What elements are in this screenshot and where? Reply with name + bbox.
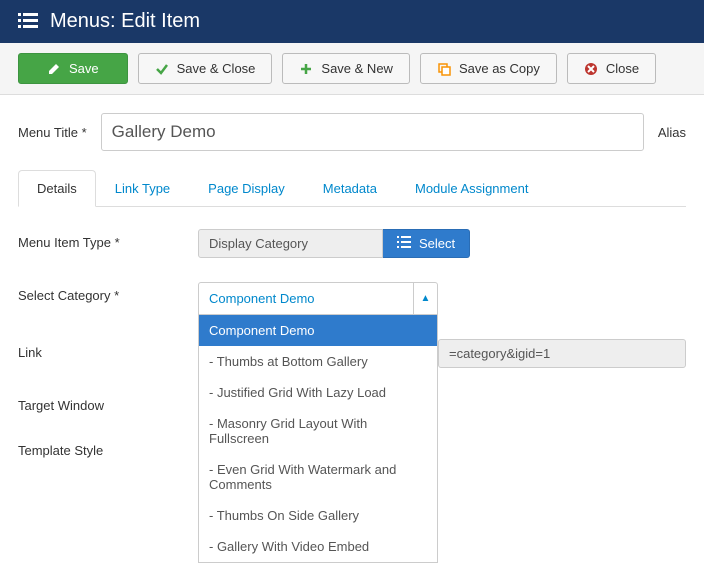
dropdown-option[interactable]: Component Demo — [199, 315, 437, 346]
page-header: Menus: Edit Item — [0, 0, 704, 43]
dropdown-selected: Component Demo — [199, 283, 413, 314]
link-label: Link — [18, 339, 198, 360]
close-label: Close — [606, 61, 639, 76]
dropdown-option[interactable]: - Masonry Grid Layout With Fullscreen — [199, 408, 437, 454]
save-copy-label: Save as Copy — [459, 61, 540, 76]
tabs: Details Link Type Page Display Metadata … — [18, 169, 686, 207]
save-new-button[interactable]: Save & New — [282, 53, 410, 84]
apply-icon — [47, 62, 61, 76]
copy-icon — [437, 62, 451, 76]
chevron-up-icon: ▲ — [413, 283, 437, 314]
list-icon — [397, 236, 411, 251]
dropdown-option[interactable]: - Thumbs On Side Gallery — [199, 500, 437, 531]
menu-title-input[interactable] — [101, 113, 644, 151]
template-style-label: Template Style — [18, 437, 198, 458]
target-window-label: Target Window — [18, 392, 198, 413]
toolbar: Save Save & Close Save & New Save as Cop… — [0, 43, 704, 95]
save-copy-button[interactable]: Save as Copy — [420, 53, 557, 84]
title-row: Menu Title * Alias — [18, 113, 686, 151]
cancel-icon — [584, 62, 598, 76]
save-close-button[interactable]: Save & Close — [138, 53, 273, 84]
save-button[interactable]: Save — [18, 53, 128, 84]
dropdown-option[interactable]: - Thumbs at Bottom Gallery — [199, 346, 437, 377]
tab-page-display[interactable]: Page Display — [189, 170, 304, 207]
page-title: Menus: Edit Item — [50, 10, 200, 33]
check-icon — [155, 62, 169, 76]
menu-lines-icon — [18, 13, 38, 31]
save-new-label: Save & New — [321, 61, 393, 76]
tab-details[interactable]: Details — [18, 170, 96, 207]
save-label: Save — [69, 61, 99, 76]
menu-item-type-label: Menu Item Type * — [18, 229, 198, 250]
tab-module-assignment[interactable]: Module Assignment — [396, 170, 547, 207]
category-dropdown[interactable]: Component Demo ▲ Component Demo - Thumbs… — [198, 282, 438, 315]
dropdown-list: Component Demo - Thumbs at Bottom Galler… — [198, 315, 438, 563]
dropdown-option[interactable]: - Even Grid With Watermark and Comments — [199, 454, 437, 500]
row-select-category: Select Category * Component Demo ▲ Compo… — [18, 282, 686, 315]
plus-icon — [299, 62, 313, 76]
tab-metadata[interactable]: Metadata — [304, 170, 396, 207]
save-close-label: Save & Close — [177, 61, 256, 76]
menu-title-label: Menu Title * — [18, 125, 87, 140]
select-type-button[interactable]: Select — [383, 229, 470, 258]
tab-link-type[interactable]: Link Type — [96, 170, 189, 207]
select-btn-label: Select — [419, 236, 455, 251]
select-category-label: Select Category * — [18, 282, 198, 303]
row-menu-item-type: Menu Item Type * Display Category Select — [18, 229, 686, 258]
dropdown-head[interactable]: Component Demo ▲ — [198, 282, 438, 315]
alias-label: Alias — [658, 125, 686, 140]
menu-item-type-value: Display Category — [198, 229, 383, 258]
close-button[interactable]: Close — [567, 53, 656, 84]
content-area: Menu Title * Alias Details Link Type Pag… — [0, 95, 704, 500]
link-value: =category&igid=1 — [438, 339, 686, 368]
dropdown-option[interactable]: - Justified Grid With Lazy Load — [199, 377, 437, 408]
